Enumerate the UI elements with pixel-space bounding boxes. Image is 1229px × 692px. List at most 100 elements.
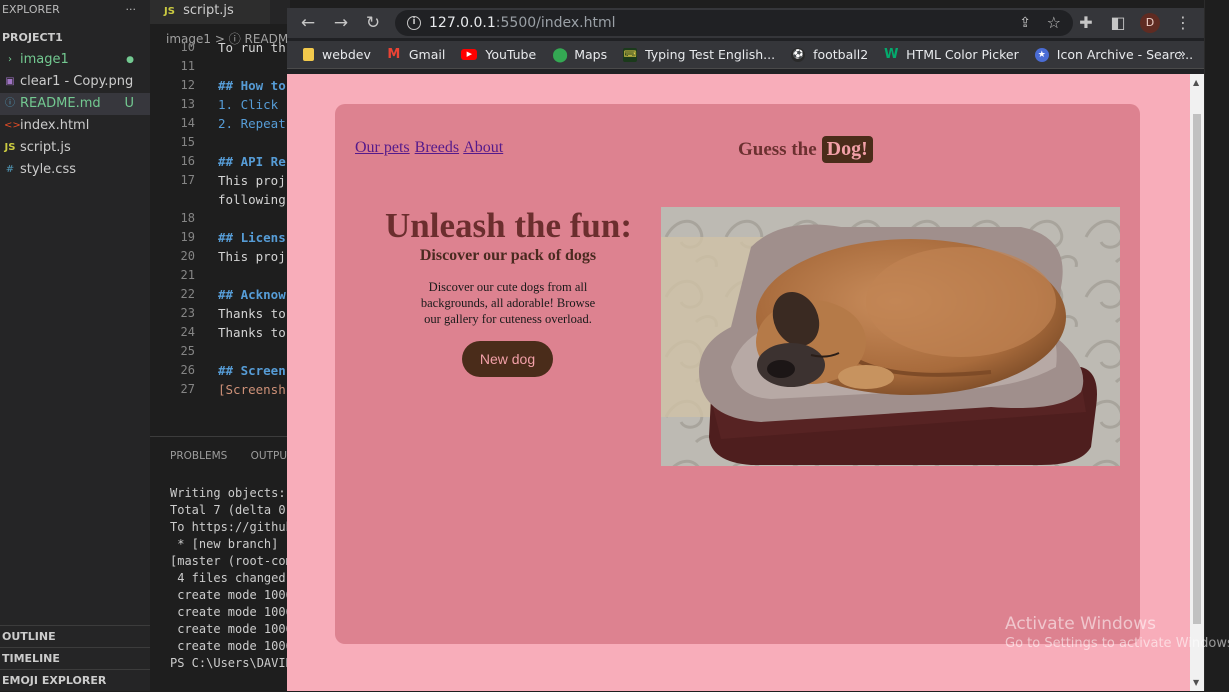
line-number: 22 — [180, 287, 195, 301]
bookmark-maps[interactable]: ⬤ Maps — [552, 47, 607, 62]
line-number: 23 — [180, 306, 195, 320]
bookmark-label: Gmail — [408, 47, 446, 62]
address-bar[interactable]: i 127.0.0.1:5500/index.html ⇪ ☆ — [395, 10, 1073, 36]
bookmark-label: HTML Color Picker — [906, 47, 1019, 62]
line-number: 10 — [180, 40, 195, 54]
windows-activation-watermark: Activate Windows Go to Settings to activ… — [1005, 614, 1229, 651]
timeline-section[interactable]: TIMELINE — [0, 647, 150, 669]
terminal-line: create mode 1006 — [170, 588, 293, 602]
terminal-line: Writing objects: — [170, 486, 286, 500]
file-label: README.md — [20, 96, 101, 111]
file-label: image1 — [20, 52, 69, 67]
explorer-sidebar: EXPLORER ··· PROJECT1 › image1 ● ▣ clear… — [0, 0, 150, 691]
maps-pin-icon: ⬤ — [552, 46, 568, 63]
hero-card: Our pets Breeds About Guess the Dog! Unl… — [335, 104, 1140, 644]
file-label: clear1 - Copy.png — [20, 74, 134, 89]
explorer-more-button[interactable]: ··· — [126, 0, 137, 20]
line-number: 14 — [180, 116, 195, 130]
line-number-gutter: 10 11 12 13 14 15 16 17 18 19 20 21 22 23 24 25 26 27 — [150, 38, 195, 399]
file-item-style-css[interactable]: # style.css — [0, 159, 150, 181]
line-number: 21 — [180, 268, 195, 282]
forward-arrow-icon[interactable]: → — [330, 12, 352, 34]
scrollbar-thumb[interactable] — [1193, 114, 1201, 624]
nav-link-our-pets[interactable]: Our pets — [355, 139, 410, 156]
bookmark-html-color-picker[interactable]: W HTML Color Picker — [884, 47, 1019, 62]
terminal-line: create mode 1006 — [170, 622, 293, 636]
line-number: 20 — [180, 249, 195, 263]
terminal-output[interactable]: Writing objects: Total 7 (delta 0) To http… — [150, 475, 293, 672]
new-dog-button[interactable]: New dog — [462, 341, 553, 377]
info-icon: ⓘ — [5, 98, 15, 109]
more-menu-icon[interactable]: ⋮ — [1172, 12, 1194, 34]
file-item-script-js[interactable]: JS script.js — [0, 137, 150, 159]
bookmark-typing-test[interactable]: ⌨ Typing Test English... — [623, 47, 775, 62]
url-path: :5500/index.html — [495, 15, 616, 31]
chevron-right-icon: › — [8, 54, 12, 65]
file-badge: U — [124, 96, 134, 111]
terminal-line: create mode 1006 — [170, 639, 293, 653]
file-item-index-html[interactable]: <> index.html — [0, 115, 150, 137]
back-arrow-icon[interactable]: ← — [297, 12, 319, 34]
icon-archive-icon: ★ — [1034, 47, 1049, 62]
bookmark-youtube[interactable]: ▶ YouTube — [461, 47, 536, 62]
scroll-down-arrow-icon[interactable]: ▼ — [1193, 678, 1199, 687]
code-line: Thanks to — [218, 306, 286, 321]
file-item-image1[interactable]: › image1 ● — [0, 49, 150, 71]
code-line: 1. Click — [218, 97, 279, 112]
tab-problems[interactable]: PROBLEMS — [170, 450, 227, 462]
hero-subtitle: Discover our pack of dogs — [419, 247, 597, 264]
line-number: 24 — [180, 325, 195, 339]
bookmark-icon-archive[interactable]: ★ Icon Archive - Searc... — [1034, 47, 1193, 62]
football-icon: ⚽ — [791, 47, 806, 62]
profile-avatar[interactable]: D — [1140, 13, 1160, 33]
emoji-explorer-section[interactable]: EMOJI EXPLORER — [0, 669, 150, 691]
terminal-line: * [new branch] — [170, 537, 279, 551]
terminal-line: [master (root-com — [170, 554, 293, 568]
editor-right-strip — [1204, 0, 1229, 691]
panel-tabs: PROBLEMS OUTPUT — [150, 437, 293, 475]
bookmarks-overflow-button[interactable]: » — [1178, 47, 1186, 62]
hero-description: Discover our cute dogs from all backgrou… — [420, 280, 596, 326]
code-line: This proj — [218, 249, 286, 264]
file-item-readme[interactable]: ⓘ README.md U — [0, 93, 150, 115]
tab-script-js[interactable]: JS script.js — [150, 0, 270, 24]
explorer-title: EXPLORER — [2, 3, 60, 16]
bottom-panel: PROBLEMS OUTPUT Writing objects: Total 7 … — [150, 436, 293, 691]
js-file-icon: JS — [164, 6, 175, 17]
code-line: [Screensh — [218, 382, 286, 397]
outline-section[interactable]: OUTLINE — [0, 625, 150, 647]
logo-highlight: Dog! — [821, 136, 873, 163]
nav-link-breeds[interactable]: Breeds — [415, 139, 459, 156]
nav-link-about[interactable]: About — [463, 139, 503, 156]
site-info-icon[interactable]: i — [407, 16, 421, 30]
file-label: style.css — [20, 162, 76, 177]
line-number: 25 — [180, 344, 195, 358]
line-number — [150, 190, 195, 209]
browser-window: ← → ↻ i 127.0.0.1:5500/index.html ⇪ ☆ ✚ … — [287, 8, 1204, 691]
scroll-up-arrow-icon[interactable]: ▲ — [1193, 78, 1199, 87]
html-file-icon: <> — [4, 120, 21, 131]
extensions-puzzle-icon[interactable]: ✚ — [1075, 12, 1097, 34]
code-line: ## Acknow — [218, 287, 286, 302]
bookmark-gmail[interactable]: M Gmail — [387, 47, 445, 62]
activation-hint: Go to Settings to activate Windows. — [1005, 636, 1229, 651]
side-panel-icon[interactable]: ◧ — [1107, 12, 1129, 34]
file-item-clear1[interactable]: ▣ clear1 - Copy.png — [0, 71, 150, 93]
code-editor[interactable]: To run th ## How to 1. Click 2. Repeat ## AP… — [218, 38, 288, 399]
project-folder[interactable]: PROJECT1 — [0, 27, 150, 49]
share-icon[interactable]: ⇪ — [1019, 10, 1031, 36]
bookmark-webdev[interactable]: webdev — [303, 47, 371, 62]
site-nav: Our pets Breeds About — [355, 139, 504, 157]
code-line: This proj — [218, 173, 286, 188]
page-scrollbar[interactable]: ▲ ▼ — [1190, 74, 1204, 691]
reload-icon[interactable]: ↻ — [362, 12, 384, 34]
terminal-line: 4 files changed, — [170, 571, 293, 585]
code-line: ## How to — [218, 78, 286, 93]
page-viewport: Our pets Breeds About Guess the Dog! Unl… — [287, 74, 1190, 691]
code-line: ## Licens — [218, 230, 286, 245]
bookmark-football2[interactable]: ⚽ football2 — [791, 47, 868, 62]
bookmark-star-icon[interactable]: ☆ — [1047, 10, 1061, 36]
